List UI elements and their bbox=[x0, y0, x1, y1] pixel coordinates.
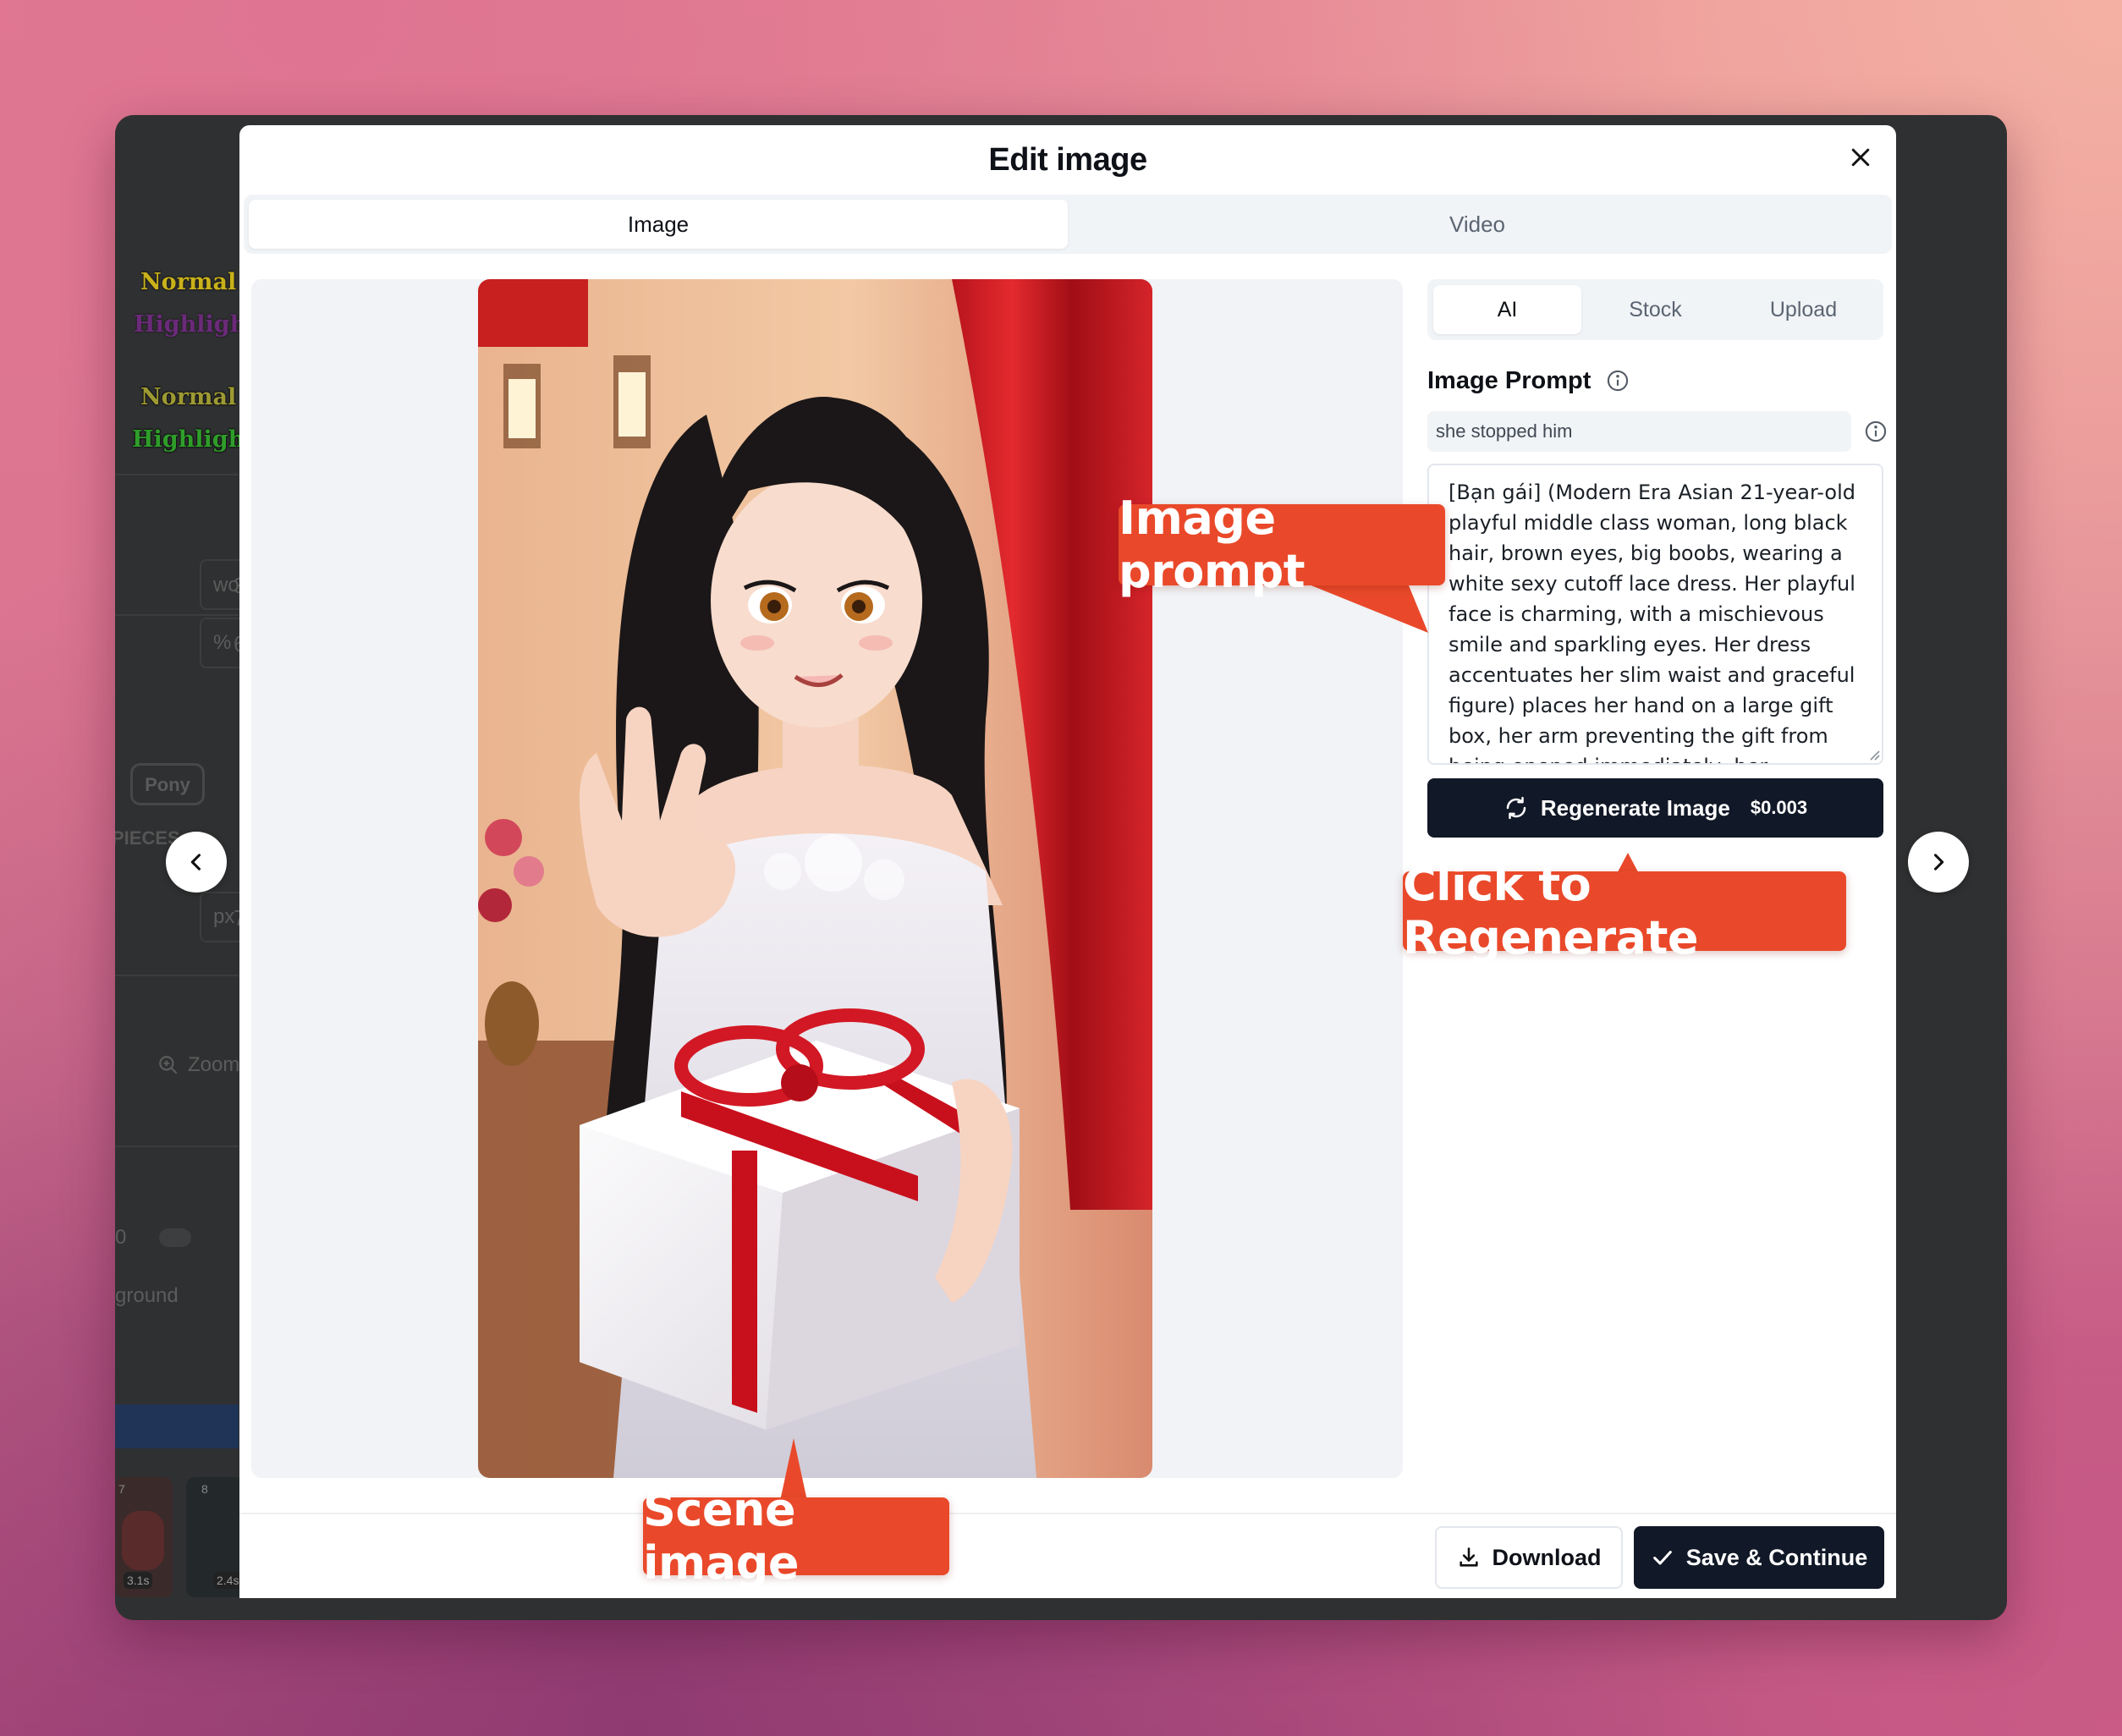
style-preview-normal-2: Normal bbox=[140, 384, 237, 410]
download-label: Download bbox=[1492, 1544, 1602, 1570]
resize-handle-icon[interactable] bbox=[1866, 746, 1881, 761]
close-icon bbox=[1851, 148, 1870, 167]
scene-image[interactable] bbox=[478, 279, 1152, 1478]
toggle-switch[interactable] bbox=[159, 1228, 191, 1247]
next-button[interactable] bbox=[1908, 832, 1969, 893]
thumb-figure bbox=[122, 1511, 164, 1570]
regenerate-image-button[interactable]: Regenerate Image $0.003 bbox=[1427, 778, 1883, 838]
chevron-right-icon bbox=[1933, 854, 1944, 871]
scene-thumbnail[interactable]: 7 3.1s bbox=[115, 1477, 173, 1597]
size-unit: px bbox=[213, 905, 235, 928]
image-prompt-textarea[interactable]: [Bạn gái] (Modern Era Asian 21-year-old … bbox=[1427, 464, 1883, 765]
divider bbox=[115, 474, 239, 475]
chevron-left-icon bbox=[190, 854, 201, 871]
modal-title: Edit image bbox=[988, 142, 1147, 178]
word-count-unit: wo bbox=[213, 574, 239, 596]
tab-upload[interactable]: Upload bbox=[1729, 285, 1877, 334]
tab-image[interactable]: Image bbox=[249, 200, 1068, 249]
thumb-number: 8 bbox=[201, 1482, 208, 1496]
close-button[interactable] bbox=[1840, 137, 1881, 178]
scene-illustration bbox=[478, 279, 1152, 1478]
percent-unit: % bbox=[213, 631, 232, 654]
zoom-label: Zoom bbox=[188, 1053, 240, 1076]
style-preview-normal-1: Normal bbox=[140, 269, 237, 295]
check-icon bbox=[1652, 1551, 1672, 1565]
tab-stock[interactable]: Stock bbox=[1581, 285, 1729, 334]
save-continue-button[interactable]: Save & Continue bbox=[1634, 1526, 1884, 1589]
media-type-tabs: Image Video bbox=[244, 195, 1892, 254]
regenerate-price: $0.003 bbox=[1750, 797, 1808, 818]
save-label: Save & Continue bbox=[1685, 1544, 1868, 1570]
tab-ai[interactable]: AI bbox=[1433, 285, 1581, 334]
callout-scene-image: Scene image bbox=[643, 1483, 949, 1590]
callout-regenerate: Click to Regenerate bbox=[1403, 858, 1846, 964]
toggle-value: 0 bbox=[115, 1226, 127, 1249]
style-preview-highlight-1: Highlight bbox=[134, 311, 257, 338]
scene-thumbnail[interactable]: 8 2.4s bbox=[186, 1477, 247, 1597]
image-prompt-label: Image Prompt bbox=[1427, 367, 1592, 394]
info-icon[interactable] bbox=[1864, 420, 1888, 443]
info-icon[interactable] bbox=[1606, 369, 1630, 393]
progress-bar bbox=[115, 1404, 239, 1448]
divider bbox=[115, 614, 239, 616]
footer-divider bbox=[239, 1513, 1896, 1514]
previous-button[interactable] bbox=[166, 832, 227, 893]
thumb-duration: 2.4s bbox=[213, 1572, 243, 1589]
thumb-duration: 3.1s bbox=[124, 1572, 153, 1589]
caption-input[interactable] bbox=[1427, 411, 1851, 452]
background-label: ground bbox=[115, 1284, 179, 1307]
thumb-number: 7 bbox=[118, 1482, 125, 1496]
download-icon bbox=[1459, 1547, 1478, 1567]
tab-video[interactable]: Video bbox=[1068, 200, 1887, 249]
callout-image-prompt: Image prompt bbox=[1119, 492, 1445, 598]
style-pill[interactable]: Pony bbox=[130, 763, 205, 805]
regenerate-label: Regenerate Image bbox=[1540, 794, 1730, 821]
divider bbox=[115, 1145, 239, 1147]
refresh-icon bbox=[1506, 796, 1526, 820]
image-source-tabs: AI Stock Upload bbox=[1427, 279, 1883, 340]
style-preview-highlight-2: Highlight bbox=[132, 426, 256, 453]
download-button[interactable]: Download bbox=[1435, 1526, 1623, 1589]
zoom-icon bbox=[159, 1056, 178, 1074]
divider bbox=[115, 975, 239, 976]
